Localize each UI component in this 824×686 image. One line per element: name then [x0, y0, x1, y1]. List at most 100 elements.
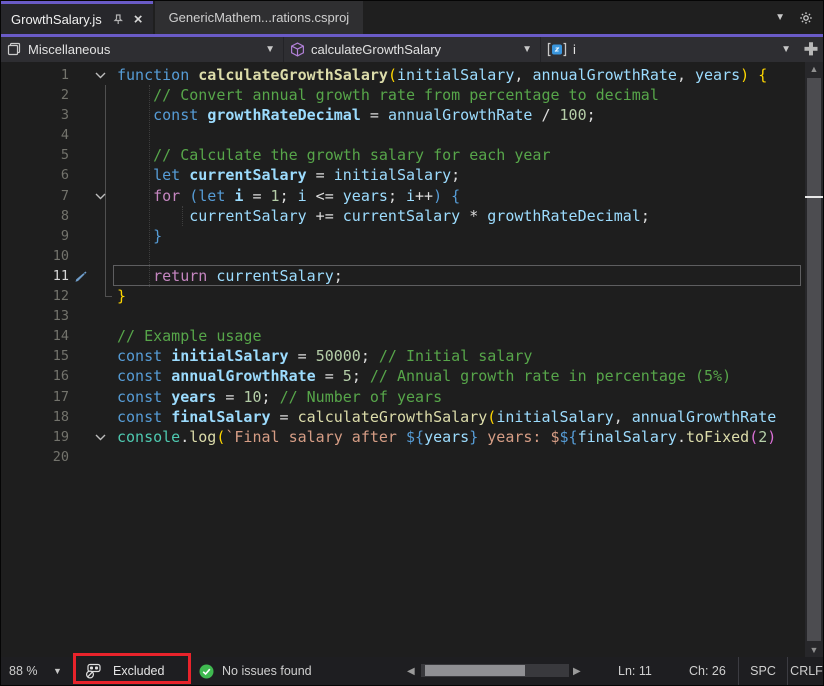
- tab-bar: GrowthSalary.js × GenericMathem...ration…: [1, 1, 823, 34]
- code-line[interactable]: 8 currentSalary += currentSalary * growt…: [1, 206, 805, 226]
- tab-csproj[interactable]: GenericMathem...rations.csproj: [155, 1, 364, 34]
- fold-margin: [69, 165, 117, 185]
- issues-status[interactable]: No issues found: [222, 657, 312, 685]
- fold-margin: [69, 246, 117, 266]
- project-icon: [7, 42, 22, 57]
- line-number: 14: [1, 326, 69, 346]
- cube-icon: [290, 42, 305, 57]
- fold-margin: [69, 366, 117, 386]
- code-text: for (let i = 1; i <= years; i++) {: [117, 186, 805, 206]
- code-text: [117, 246, 805, 266]
- member-dropdown[interactable]: i ▼: [541, 37, 799, 62]
- close-icon[interactable]: ×: [134, 12, 143, 27]
- chevron-down-icon: ▼: [265, 44, 275, 55]
- member-name: i: [573, 42, 576, 57]
- code-line[interactable]: 11 return currentSalary;: [1, 266, 805, 286]
- fold-chevron-icon[interactable]: [95, 193, 106, 200]
- code-line[interactable]: 18 const finalSalary = calculateGrowthSal…: [1, 407, 805, 427]
- horizontal-scrollbar-thumb[interactable]: [425, 665, 525, 676]
- fold-chevron-icon[interactable]: [95, 434, 106, 441]
- line-number: 15: [1, 346, 69, 366]
- line-ending-indicator[interactable]: CRLF: [787, 657, 824, 685]
- line-number: 18: [1, 407, 69, 427]
- project-dropdown[interactable]: Miscellaneous ▼: [1, 37, 284, 62]
- scroll-right-icon[interactable]: ▶: [573, 657, 581, 685]
- code-text: return currentSalary;: [117, 266, 805, 286]
- line-number: 7: [1, 186, 69, 206]
- scroll-up-icon[interactable]: ▲: [805, 62, 823, 76]
- fold-margin: [69, 427, 117, 447]
- code-text: // Calculate the growth salary for each …: [117, 145, 805, 165]
- code-line[interactable]: 15 const initialSalary = 50000; // Initia…: [1, 346, 805, 366]
- scroll-down-icon[interactable]: ▼: [805, 643, 823, 657]
- code-line[interactable]: 2 // Convert annual growth rate from per…: [1, 85, 805, 105]
- code-text: [117, 306, 805, 326]
- fold-chevron-icon[interactable]: [95, 72, 106, 79]
- code-line[interactable]: 7 for (let i = 1; i <= years; i++) {: [1, 186, 805, 206]
- code-line[interactable]: 19 console.log(`Final salary after ${year…: [1, 427, 805, 447]
- horizontal-scrollbar[interactable]: [421, 664, 569, 677]
- split-icon[interactable]: ✚: [799, 40, 823, 60]
- code-text: console.log(`Final salary after ${years}…: [117, 427, 805, 447]
- code-editor[interactable]: 1function calculateGrowthSalary(initialS…: [1, 62, 823, 657]
- line-number: 8: [1, 206, 69, 226]
- vs-window: GrowthSalary.js × GenericMathem...ration…: [0, 0, 824, 686]
- code-line[interactable]: 4: [1, 125, 805, 145]
- code-line[interactable]: 13: [1, 306, 805, 326]
- code-text: const finalSalary = calculateGrowthSalar…: [117, 407, 805, 427]
- type-name: calculateGrowthSalary: [311, 42, 441, 57]
- fold-margin: [69, 346, 117, 366]
- fold-margin: [69, 447, 117, 467]
- line-number: 2: [1, 85, 69, 105]
- fold-margin: [69, 266, 117, 286]
- code-line[interactable]: 14 // Example usage: [1, 326, 805, 346]
- code-line[interactable]: 10: [1, 246, 805, 266]
- tab-growthsalary[interactable]: GrowthSalary.js ×: [1, 1, 153, 34]
- code-line[interactable]: 16const annualGrowthRate = 5; // Annual …: [1, 366, 805, 386]
- code-text: }: [117, 226, 805, 246]
- vertical-scrollbar[interactable]: ▲ ▼: [805, 62, 823, 657]
- zoom-level[interactable]: 88 %: [9, 657, 38, 685]
- code-line[interactable]: 9 }: [1, 226, 805, 246]
- fold-margin: [69, 85, 117, 105]
- line-number: 19: [1, 427, 69, 447]
- line-number: 13: [1, 306, 69, 326]
- code-text: let currentSalary = initialSalary;: [117, 165, 805, 185]
- fold-margin: [69, 226, 117, 246]
- code-line[interactable]: 6 let currentSalary = initialSalary;: [1, 165, 805, 185]
- type-dropdown[interactable]: calculateGrowthSalary ▼: [284, 37, 541, 62]
- fold-margin: [69, 306, 117, 326]
- column-indicator[interactable]: Ch: 26: [689, 657, 726, 685]
- fold-margin: [69, 407, 117, 427]
- line-number: 1: [1, 65, 69, 85]
- spaces-indicator[interactable]: SPC: [738, 657, 787, 685]
- code-line[interactable]: 1function calculateGrowthSalary(initialS…: [1, 65, 805, 85]
- code-line[interactable]: 3 const growthRateDecimal = annualGrowth…: [1, 105, 805, 125]
- fold-margin: [69, 105, 117, 125]
- code-line[interactable]: 17const years = 10; // Number of years: [1, 387, 805, 407]
- scroll-left-icon[interactable]: ◀: [407, 657, 415, 685]
- fold-margin: [69, 206, 117, 226]
- caret-position-marker: [805, 196, 823, 198]
- code-text: const initialSalary = 50000; // Initial …: [117, 346, 805, 366]
- fold-margin: [69, 326, 117, 346]
- code-line[interactable]: 12}: [1, 286, 805, 306]
- pin-icon[interactable]: [112, 13, 124, 25]
- vertical-scrollbar-thumb[interactable]: [807, 78, 821, 641]
- code-line[interactable]: 5 // Calculate the growth salary for eac…: [1, 145, 805, 165]
- line-number: 16: [1, 366, 69, 386]
- gear-icon[interactable]: [799, 11, 813, 25]
- navigation-bar: Miscellaneous ▼ calculateGrowthSalary ▼ …: [1, 34, 823, 62]
- fold-margin: [69, 125, 117, 145]
- code-text: currentSalary += currentSalary * growthR…: [117, 206, 805, 226]
- line-number: 12: [1, 286, 69, 306]
- window-list-chevron-icon[interactable]: ▼: [775, 12, 785, 23]
- code-text: }: [117, 286, 805, 306]
- zoom-chevron-icon[interactable]: ▼: [53, 657, 62, 685]
- fold-margin: [69, 145, 117, 165]
- line-indicator[interactable]: Ln: 11: [618, 657, 652, 685]
- code-text: [117, 125, 805, 145]
- code-text: // Example usage: [117, 326, 805, 346]
- chevron-down-icon: ▼: [522, 44, 532, 55]
- code-line[interactable]: 20: [1, 447, 805, 467]
